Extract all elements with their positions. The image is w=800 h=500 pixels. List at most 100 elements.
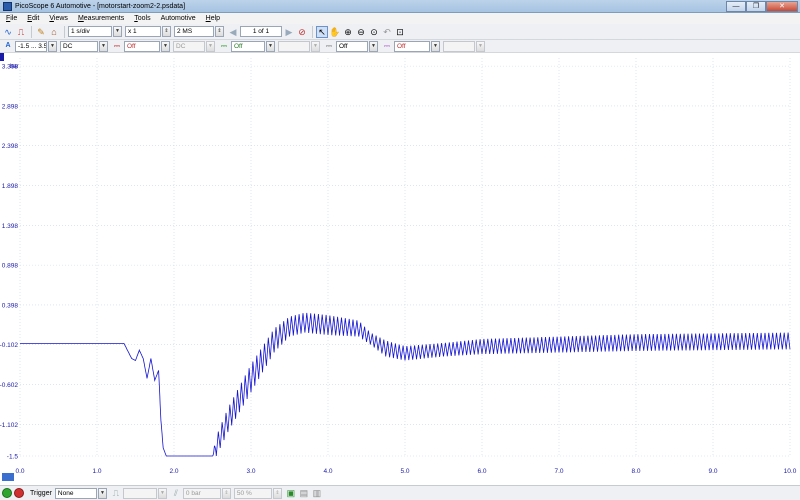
channel-d-icon[interactable]: ⎓ [323,41,335,52]
channel-c-range-select[interactable] [278,40,310,52]
stop-icon[interactable] [14,488,24,498]
x-tick-label: 2.0 [169,468,178,475]
x-tick-label: 9.0 [708,468,717,475]
menu-views[interactable]: Views [49,15,68,22]
zoom-fit-icon[interactable]: ⊡ [394,26,406,38]
menu-file[interactable]: File [6,15,17,22]
x-tick-label: 5.0 [400,468,409,475]
plot-grid [19,58,791,457]
properties-icon[interactable]: ▥ [311,487,323,499]
menu-edit[interactable]: Edit [27,15,39,22]
x-tick-label: 6.0 [477,468,486,475]
y-axis-ticks: 3.3982.8982.3981.8981.3980.8980.398-0.10… [0,64,18,461]
channel-c-icon[interactable]: ⎓ [218,41,230,52]
spinner-icon[interactable]: ⇕ [215,26,224,37]
auto-setup-icon[interactable]: ⊘ [296,26,308,38]
chevron-down-icon[interactable]: ▼ [266,40,275,52]
zoom-in-icon[interactable]: ⊕ [342,26,354,38]
x-tick-label: 8.0 [631,468,640,475]
minimize-button[interactable]: — [726,0,746,12]
x-tick-label: 3.0 [246,468,255,475]
chevron-down-icon[interactable]: ▼ [97,487,107,499]
y-axis-unit: bar [10,64,19,70]
zoom-area-icon[interactable]: ⊙ [368,26,380,38]
channel-b-filter-select[interactable]: Off [231,40,265,52]
y-tick-label: 0.398 [2,302,19,309]
main-toolbar: ∿ ⎍ ✎ ⌂ 1 s/div ▼ x 1 ⇕ 2 MS ⇕ ◀ 1 of 1 … [0,24,800,40]
x-tick-label: 4.0 [323,468,332,475]
y-tick-label: -1.102 [0,422,18,429]
chevron-down-icon[interactable]: ▼ [48,40,57,52]
spinner-icon[interactable]: ⇕ [221,487,231,499]
add-ruler-icon[interactable]: ▣ [285,487,297,499]
trigger-direction-icon[interactable]: ⫽ [170,487,182,499]
axis-handle-top [0,53,4,61]
y-tick-label: 1.898 [2,183,19,190]
chevron-down-icon[interactable]: ▼ [206,40,215,52]
timebase-select[interactable]: 1 s/div [68,26,112,37]
previous-buffer-icon[interactable]: ◀ [227,26,239,38]
trigger-toolbar: Trigger None ▼ ⎍ ▼ ⫽ 0 bar ⇕ 50 % ⇕ ▣ ▤ … [0,485,800,500]
chevron-down-icon[interactable]: ▼ [311,40,320,52]
menu-automotive[interactable]: Automotive [161,15,196,22]
channel-b-icon[interactable]: ⎓ [111,41,123,52]
maximize-button[interactable]: ❐ [746,0,766,12]
channel-c-filter-select[interactable]: Off [336,40,368,52]
samples-select[interactable]: 2 MS [174,26,214,37]
y-tick-label: 2.898 [2,103,19,110]
trigger-mode-select[interactable]: None [54,487,97,499]
trigger-source-select[interactable] [122,487,157,499]
coupling-select[interactable]: DC [60,40,98,52]
y-tick-label: 2.398 [2,143,19,150]
app-icon [3,1,12,11]
menu-measurements[interactable]: Measurements [78,15,124,22]
x-tick-label: 7.0 [554,468,563,475]
range-select[interactable]: -1.5 ... 3.5 [15,40,47,52]
spinner-icon[interactable]: ⇕ [162,26,171,37]
menu-tools[interactable]: Tools [134,15,150,22]
trigger-label: Trigger [30,489,52,497]
home-icon[interactable]: ⌂ [48,26,60,38]
channel-d-filter-select[interactable]: Off [394,40,430,52]
undo-zoom-icon[interactable]: ↶ [381,26,393,38]
chevron-down-icon[interactable]: ▼ [113,26,122,37]
next-buffer-icon[interactable]: ▶ [283,26,295,38]
scope-view[interactable]: 3.398 2.898 2.398 1.898 1.398 0.898 0.398 -0.10… [0,53,800,485]
scope-mode-icon[interactable]: ∿ [2,26,14,38]
close-button[interactable]: ✕ [766,0,798,12]
channel-a-label[interactable]: A [2,41,14,52]
trigger-edge-icon[interactable]: ⎍ [110,487,122,499]
chevron-down-icon[interactable]: ▼ [369,40,378,52]
channel-b-coupling-select[interactable]: DC [173,40,205,52]
channel-toolbar: A -1.5 ... 3.5 ▼ DC ▼ ⎓ Off ▼ DC ▼ ⎓ Off… [0,40,800,53]
spinner-icon[interactable]: ⇕ [272,487,282,499]
waveform-chart[interactable]: 3.3982.8982.3981.8981.3980.8980.398-0.10… [0,53,800,485]
trigger-level-field[interactable]: 0 bar [182,487,221,499]
notes-icon[interactable]: ▤ [298,487,310,499]
y-tick-label: -1.5 [7,454,19,461]
channel-e-icon[interactable]: ⎓ [381,41,393,52]
spectrum-mode-icon[interactable]: ⎍ [15,26,27,38]
chevron-down-icon[interactable]: ▼ [161,40,170,52]
hand-icon[interactable]: ✋ [329,26,341,38]
zoom-out-icon[interactable]: ⊖ [355,26,367,38]
y-tick-label: 1.398 [2,223,19,230]
window-title: PicoScope 6 Automotive - [motorstart-zoo… [15,2,186,10]
pretrigger-field[interactable]: 50 % [233,487,272,499]
y-tick-label: -0.102 [0,342,18,349]
chevron-down-icon[interactable]: ▼ [157,487,167,499]
chevron-down-icon[interactable]: ▼ [99,40,108,52]
start-icon[interactable] [2,488,12,498]
menu-help[interactable]: Help [206,15,220,22]
chevron-down-icon[interactable]: ▼ [476,40,485,52]
buffer-navigator[interactable]: 1 of 1 [240,26,282,37]
pointer-icon[interactable]: ↖ [316,25,328,38]
chevron-down-icon[interactable]: ▼ [431,40,440,52]
x-axis-ticks: 0.0 1.0 2.0 3.0 4.0 5.0 6.0 7.0 8.0 9.0 10.0 [15,468,796,475]
channel-d-range-select[interactable] [443,40,475,52]
x-tick-label: 10.0 [784,468,797,475]
probe-icon[interactable]: ✎ [35,26,47,38]
channel-a-filter-select[interactable]: Off [124,40,160,52]
x-tick-label: 1.0 [92,468,101,475]
zoom-select[interactable]: x 1 [125,26,161,37]
